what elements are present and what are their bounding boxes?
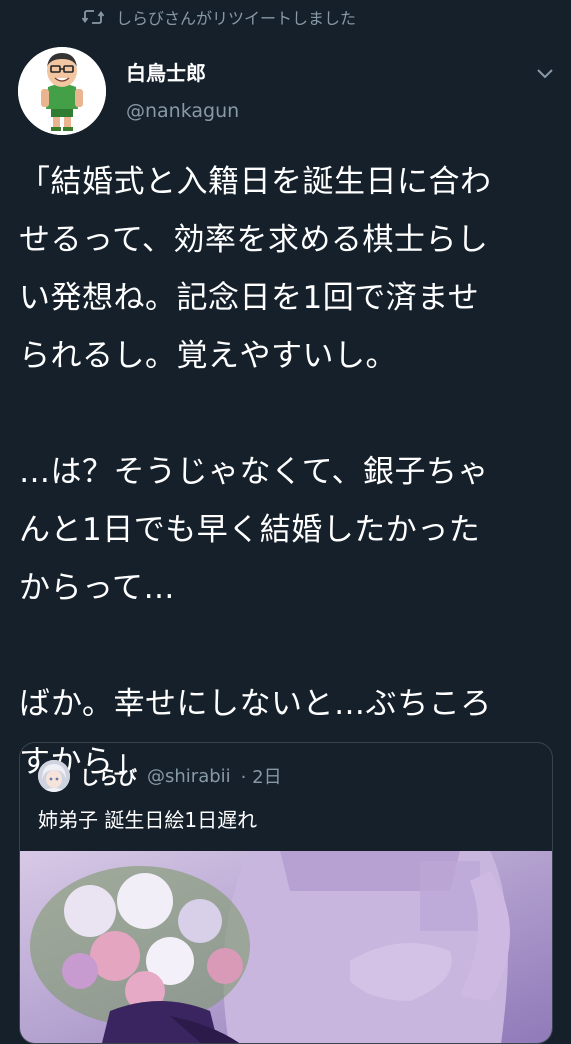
retweet-text[interactable]: しらびさんがリツイートしました — [116, 5, 356, 29]
tweet-line: 「結婚式と入籍日を誕生日に合わ — [19, 164, 492, 200]
quoted-author-name[interactable]: しらび — [80, 763, 137, 790]
tweet-line: られるし。覚えやすいし。 — [19, 338, 397, 374]
author-name[interactable]: 白鳥士郎 — [126, 57, 206, 86]
tweet-line: …は？そうじゃなくて、銀子ちゃ — [19, 454, 490, 490]
quoted-tweet-image[interactable] — [20, 851, 552, 1043]
tweet-line: んと1日でも早く結婚したかった — [19, 512, 481, 548]
quoted-tweet-card[interactable]: しらび @shirabii · 2日 姉弟子 誕生日絵1日遅れ — [19, 742, 553, 1044]
quoted-author-avatar[interactable] — [38, 760, 70, 792]
quoted-tweet-text: 姉弟子 誕生日絵1日遅れ — [38, 808, 258, 832]
quoted-author-handle[interactable]: @shirabii — [147, 766, 231, 787]
tweet-line: ばか。幸せにしないと…ぶちころ — [19, 686, 492, 722]
author-handle[interactable]: @nankagun — [126, 100, 239, 122]
tweet-line: からって… — [19, 570, 175, 606]
tweet-line: せるって、効率を求める棋士らし — [19, 222, 489, 258]
author-avatar[interactable] — [18, 47, 106, 135]
tweet-text: 「結婚式と入籍日を誕生日に合わ せるって、効率を求める棋士らし い発想ね。記念日… — [19, 153, 559, 791]
retweet-indicator[interactable]: しらびさんがリツイートしました — [82, 2, 356, 32]
tweet-line: い発想ね。記念日を1回で済ませ — [19, 280, 480, 316]
chevron-down-icon[interactable] — [534, 62, 556, 84]
quoted-tweet-time: · 2日 — [240, 767, 282, 788]
quoted-tweet-header: しらび @shirabii · 2日 — [38, 759, 282, 793]
retweet-icon — [82, 9, 104, 25]
